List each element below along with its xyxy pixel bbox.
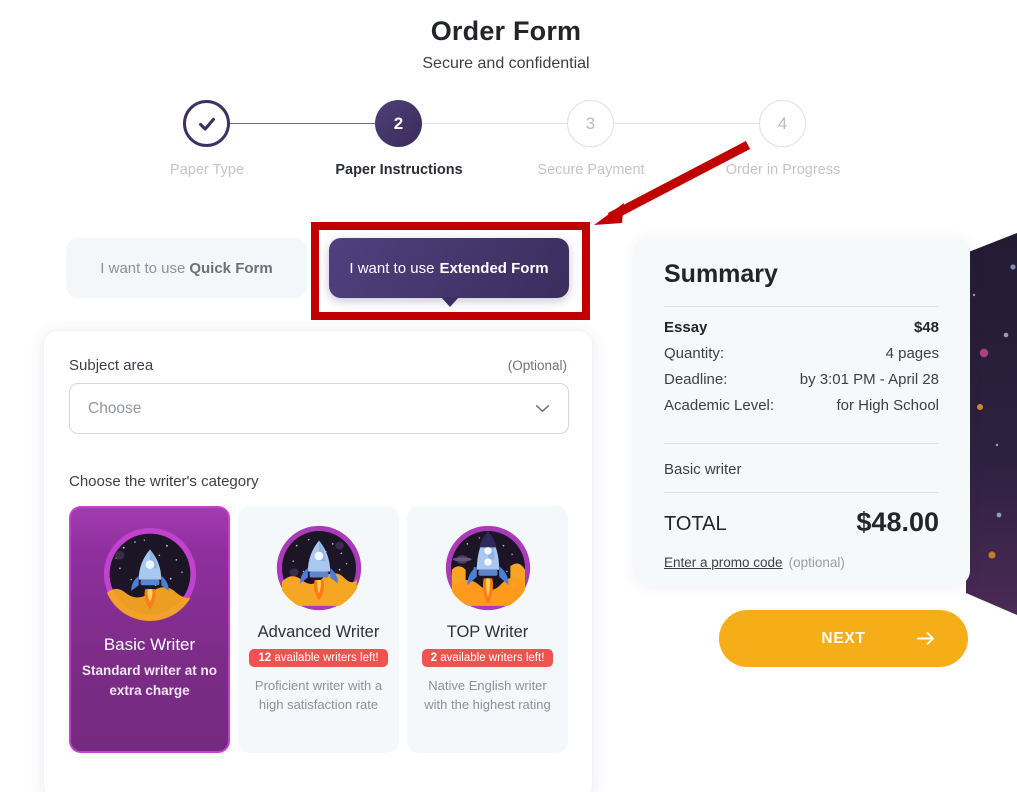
order-form-card: Subject area (Optional) Choose Choose th… (43, 330, 593, 792)
page-title: Order Form (430, 16, 582, 46)
step-2-number: 2 (393, 113, 404, 133)
summary-row-academic-level: Academic Level: for High School (664, 397, 939, 414)
summary-total-label: TOTAL (664, 513, 727, 535)
subject-area-label: Subject area (69, 357, 154, 374)
step-3-label: Secure Payment (537, 162, 645, 178)
summary-title: Summary (664, 260, 778, 288)
step-3-number: 3 (585, 113, 596, 133)
summary-divider-bottom (664, 492, 939, 493)
promo-code-optional-tag: (optional) (788, 555, 845, 570)
quick-form-prefix: I want to use (100, 259, 186, 277)
extended-form-active-caret (441, 297, 459, 307)
order-form-page: Order Form Secure and confidential 2 3 4… (0, 0, 1017, 792)
progress-stepper: 2 3 4 Paper Type Paper Instructions Secu… (150, 100, 870, 190)
summary-row-deadline: Deadline: by 3:01 PM - April 28 (664, 371, 939, 388)
extended-form-strong: Extended Form (439, 259, 549, 277)
extended-form-toggle-button[interactable]: I want to use Extended Form (329, 238, 569, 298)
rocket-icon-advanced (276, 525, 362, 611)
summary-row-essay: Essay $48 (664, 319, 939, 336)
subject-area-placeholder: Choose (88, 399, 142, 417)
step-4-number: 4 (777, 113, 788, 133)
summary-label-quantity: Quantity: (664, 345, 725, 362)
page-subtitle: Secure and confidential (422, 55, 590, 72)
arrow-right-icon (917, 632, 934, 645)
summary-value-essay: $48 (913, 319, 939, 336)
summary-divider-top (664, 306, 939, 307)
step-2-paper-instructions[interactable]: 2 (375, 100, 422, 147)
writer-category-label: Choose the writer's category (69, 473, 259, 490)
writer-name-top: TOP Writer (446, 623, 529, 641)
writer-badge-count-advanced: 12 (258, 652, 272, 664)
quick-form-strong: Quick Form (189, 259, 273, 277)
summary-value-quantity: 4 pages (885, 345, 939, 362)
writer-category-options: Basic Writer Standard writer at no extra… (69, 506, 568, 753)
next-button[interactable]: NEXT (719, 610, 968, 667)
summary-label-deadline: Deadline: (664, 371, 728, 388)
step-4-order-in-progress[interactable]: 4 (759, 100, 806, 147)
writer-badge-text-top: available writers left! (437, 652, 545, 664)
step-connector-3 (614, 123, 782, 124)
chevron-down-icon (535, 405, 550, 412)
writer-card-advanced[interactable]: Advanced Writer 12 available writers lef… (238, 506, 399, 753)
next-button-label: NEXT (821, 629, 866, 647)
summary-label-academic-level: Academic Level: (664, 397, 775, 414)
summary-label-essay: Essay (664, 319, 708, 336)
writer-description-advanced: Proficient writer with a high satisfacti… (254, 678, 383, 712)
subject-area-optional-tag: (Optional) (507, 358, 567, 373)
writer-card-basic[interactable]: Basic Writer Standard writer at no extra… (69, 506, 230, 753)
writer-description-top: Native English writer with the highest r… (424, 678, 551, 712)
step-3-secure-payment[interactable]: 3 (567, 100, 614, 147)
summary-value-academic-level: for High School (836, 397, 939, 414)
check-icon (198, 117, 215, 131)
summary-row-quantity: Quantity: 4 pages (664, 345, 939, 362)
writer-badge-text-advanced: available writers left! (271, 652, 379, 664)
step-1-paper-type[interactable] (183, 100, 230, 147)
summary-rows: Essay $48 Quantity: 4 pages Deadline: by… (664, 319, 939, 423)
summary-value-deadline: by 3:01 PM - April 28 (799, 371, 939, 388)
subject-area-select[interactable]: Choose (69, 383, 569, 434)
step-4-label: Order in Progress (725, 162, 841, 178)
summary-total-value: $48.00 (856, 507, 939, 537)
writer-name-basic: Basic Writer (103, 635, 196, 654)
quick-form-toggle-button[interactable]: I want to use Quick Form (66, 238, 307, 298)
summary-divider-middle (664, 443, 939, 444)
rocket-icon-top (445, 525, 531, 611)
writer-availability-badge-advanced: 12 available writers left! (249, 649, 388, 667)
writer-availability-badge-top: 2 available writers left! (421, 649, 554, 667)
extended-form-prefix: I want to use (349, 259, 435, 277)
writer-description-basic: Standard writer at no extra charge (81, 663, 218, 698)
promo-code-area: Enter a promo code (optional) (664, 555, 845, 570)
step-1-label: Paper Type (170, 162, 244, 178)
summary-panel: Summary Essay $48 Quantity: 4 pages Dead… (634, 237, 970, 585)
promo-code-link[interactable]: Enter a promo code (664, 555, 783, 570)
writer-card-top[interactable]: TOP Writer 2 available writers left! Nat… (407, 506, 568, 753)
summary-writer-line: Basic writer (664, 461, 742, 478)
rocket-icon-basic (102, 527, 197, 621)
step-2-label: Paper Instructions (335, 162, 463, 178)
writer-name-advanced: Advanced Writer (257, 623, 380, 641)
